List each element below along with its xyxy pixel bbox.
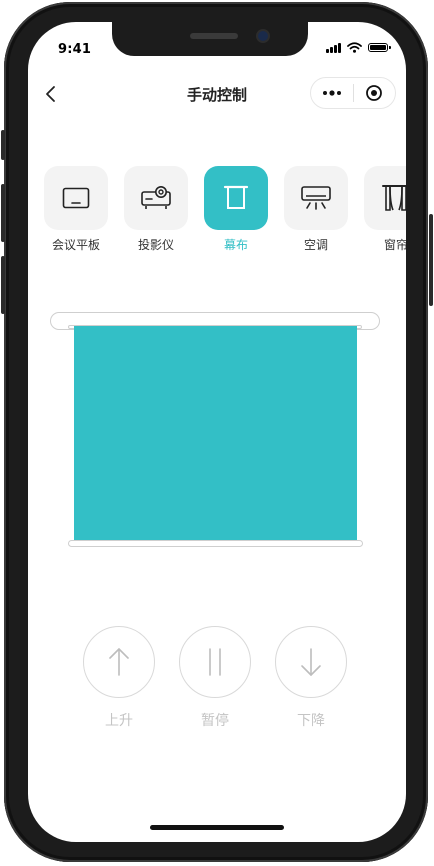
- status-icons: [326, 42, 391, 53]
- screen-cloth: [74, 326, 357, 542]
- device-projector-label: 投影仪: [137, 238, 174, 252]
- volume-down-button: [1, 256, 5, 314]
- device-projection-screen[interactable]: 幕布: [204, 166, 268, 253]
- device-projector[interactable]: 投影仪: [124, 166, 188, 253]
- target-circle-icon: [366, 85, 383, 101]
- navigation-bar: 手动控制: [28, 76, 406, 112]
- device-projection-screen-label: 幕布: [223, 238, 248, 252]
- front-camera: [258, 31, 268, 41]
- raise-button[interactable]: [83, 626, 155, 698]
- arrow-down-icon: [301, 648, 321, 676]
- cellular-signal-icon: [326, 42, 341, 53]
- mute-switch: [1, 130, 5, 160]
- device-air-conditioner[interactable]: 空调: [284, 166, 348, 253]
- notch: [112, 22, 308, 56]
- volume-up-button: [1, 184, 5, 242]
- screen-bottom-bar: [68, 540, 363, 547]
- home-indicator[interactable]: [150, 825, 284, 830]
- device-air-conditioner-tile: [284, 166, 348, 230]
- device-tablet-label: 会议平板: [51, 238, 100, 252]
- projection-screen-preview: [28, 308, 406, 558]
- pause-button[interactable]: [179, 626, 251, 698]
- device-air-conditioner-label: 空调: [303, 238, 328, 252]
- lower-button[interactable]: [275, 626, 347, 698]
- mini-program-capsule: [310, 77, 396, 109]
- device-projection-screen-tile: [204, 166, 268, 230]
- device-curtain-tile: [364, 166, 406, 230]
- phone-screen: 9:41 手动控制 会议平板 投影仪 幕布 空调 窗帘 上升 暂停 下降: [28, 22, 406, 842]
- device-curtain[interactable]: 窗帘: [364, 166, 406, 253]
- device-tablet[interactable]: 会议平板: [44, 166, 108, 253]
- pause-icon: [209, 648, 221, 676]
- status-time: 9:41: [58, 42, 92, 57]
- device-selector: 会议平板 投影仪 幕布 空调 窗帘: [42, 166, 406, 266]
- raise-control: 上升: [82, 626, 156, 730]
- projection-screen-icon: [223, 185, 249, 209]
- arrow-up-icon: [109, 648, 129, 676]
- raise-label: 上升: [105, 713, 133, 729]
- power-button: [429, 214, 433, 306]
- screen-controls: 上升 暂停 下降: [28, 626, 406, 736]
- battery-icon: [368, 43, 391, 52]
- pause-control: 暂停: [178, 626, 252, 730]
- more-dots-icon: [322, 90, 341, 96]
- close-mini-program-button[interactable]: [354, 78, 396, 108]
- more-menu-button[interactable]: [311, 78, 353, 108]
- tablet-icon: [62, 187, 90, 209]
- device-curtain-label: 窗帘: [383, 238, 406, 252]
- lower-label: 下降: [297, 713, 325, 729]
- earpiece-speaker: [190, 33, 238, 39]
- device-tablet-tile: [44, 166, 108, 230]
- wifi-icon: [347, 42, 362, 53]
- pause-label: 暂停: [201, 713, 229, 729]
- projector-icon: [141, 186, 171, 209]
- lower-control: 下降: [274, 626, 348, 730]
- device-projector-tile: [124, 166, 188, 230]
- air-conditioner-icon: [301, 186, 331, 210]
- curtain-icon: [382, 185, 406, 211]
